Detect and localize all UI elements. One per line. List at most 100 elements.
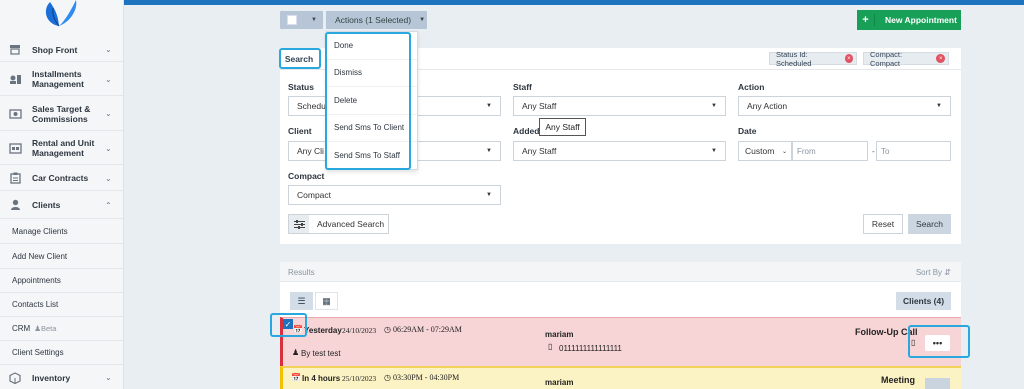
plus-icon: + xyxy=(857,14,875,26)
select-all-dropdown[interactable]: ▼ xyxy=(280,11,323,29)
sort-by-button[interactable]: Sort By ⇵ xyxy=(916,268,951,277)
sidebar-item-inventory[interactable]: Inventory ⌄ xyxy=(0,366,123,389)
caret-down-icon: ▼ xyxy=(486,148,492,154)
appointment-type: Meeting xyxy=(881,375,916,385)
chevron-down-icon: ⌄ xyxy=(105,109,112,118)
calendar-icon: 📅 xyxy=(291,373,301,382)
advanced-search-button[interactable]: Advanced Search xyxy=(288,214,389,234)
clipboard-icon xyxy=(8,172,22,184)
butterfly-logo xyxy=(45,0,77,27)
search-button[interactable]: Search xyxy=(908,214,951,234)
client-name[interactable]: mariam xyxy=(545,330,573,339)
client-name[interactable]: mariam xyxy=(545,378,573,387)
caret-down-icon: ▼ xyxy=(311,17,317,23)
appointment-date: 25/10/2023 xyxy=(342,374,377,383)
chevron-down-icon: ⌄ xyxy=(105,143,112,153)
results-header: Results Sort By ⇵ xyxy=(280,262,961,282)
top-accent-bar xyxy=(124,0,1024,5)
appointment-created-by: By test test xyxy=(301,349,341,358)
actions-button[interactable]: Actions (1 Selected) ▼ xyxy=(326,11,427,29)
staff-tooltip: Any Staff xyxy=(539,118,586,136)
date-from-input[interactable]: From xyxy=(792,141,868,161)
filter-tag-compact[interactable]: Compact: Compact × xyxy=(863,50,949,68)
more-options-button[interactable] xyxy=(925,378,950,389)
actions-menu-highlight xyxy=(325,32,411,170)
client-phone: 0111111111111111 xyxy=(559,344,622,353)
appointment-day: Yesterday xyxy=(304,326,342,335)
clock-icon: ◷ xyxy=(384,325,391,334)
sort-icon: ⇵ xyxy=(944,268,951,277)
chevron-down-icon: ⌄ xyxy=(105,173,112,183)
action-select[interactable]: Any Action ▼ xyxy=(738,96,951,116)
sliders-icon xyxy=(289,215,309,233)
compact-label: Compact xyxy=(288,171,325,181)
staff-select[interactable]: Any Staff ▼ xyxy=(513,96,726,116)
remove-tag-icon[interactable]: × xyxy=(844,54,853,63)
new-appointment-button[interactable]: + New Appointment xyxy=(857,10,961,30)
added-select[interactable]: Any Staff ▼ xyxy=(513,141,726,161)
appointment-time: 06:29AM - 07:29AM xyxy=(393,325,462,334)
sidebar-subitem-manage-clients[interactable]: Manage Clients xyxy=(0,220,123,244)
storefront-icon xyxy=(8,44,22,56)
sidebar-subitem-appointments[interactable]: Appointments xyxy=(0,269,123,293)
clients-count-button[interactable]: Clients (4) xyxy=(896,292,951,310)
results-title: Results xyxy=(288,268,315,277)
table-icon: ▦ xyxy=(322,295,331,306)
list-icon: ☰ xyxy=(297,295,306,306)
filter-tag-status[interactable]: Status Id: Scheduled × xyxy=(769,50,857,68)
clock-icon: ◷ xyxy=(384,373,391,382)
sidebar-subitem-add-new-client[interactable]: Add New Client xyxy=(0,245,123,269)
caret-down-icon: ▼ xyxy=(419,17,426,23)
status-label: Status xyxy=(288,82,314,92)
date-range-select[interactable]: Custom ⌄ xyxy=(738,141,792,161)
sidebar-item-clients[interactable]: Clients ⌃ xyxy=(0,192,123,219)
chevron-down-icon: ⌄ xyxy=(105,45,112,54)
date-separator: - xyxy=(872,146,875,156)
client-label: Client xyxy=(288,126,312,136)
sidebar-item-rental[interactable]: Rental and Unit Management ⌄ xyxy=(0,132,123,165)
staff-label: Staff xyxy=(513,82,532,92)
caret-down-icon: ▼ xyxy=(486,103,492,109)
caret-down-icon: ▼ xyxy=(936,103,942,109)
added-label: Added xyxy=(513,126,540,136)
chevron-down-icon: ⌄ xyxy=(105,74,112,84)
user-icon: ♟ xyxy=(292,348,300,357)
sidebar-subitem-crm[interactable]: CRM ♟Beta xyxy=(0,317,123,341)
appointment-time: 03:30PM - 04:30PM xyxy=(393,373,460,382)
chevron-down-icon: ⌄ xyxy=(105,373,112,382)
sidebar-subitem-contacts-list[interactable]: Contacts List xyxy=(0,293,123,317)
compact-select[interactable]: Compact ▼ xyxy=(288,185,501,205)
checkbox-highlight xyxy=(270,313,307,337)
sidebar-item-sales-target[interactable]: Sales Target & Commissions ⌄ xyxy=(0,97,123,131)
appointment-day: In 4 hours xyxy=(302,374,341,383)
sidebar-item-installments[interactable]: Installments Management ⌄ xyxy=(0,63,123,96)
search-tab-highlight xyxy=(279,48,321,69)
date-to-input[interactable]: To xyxy=(876,141,951,161)
phone-icon: ▯ xyxy=(548,342,553,351)
grid-view-button[interactable]: ▦ xyxy=(315,292,338,310)
more-options-highlight xyxy=(908,325,970,358)
box-icon xyxy=(8,371,22,384)
action-label: Action xyxy=(738,82,765,92)
reset-button[interactable]: Reset xyxy=(863,214,903,234)
chevron-up-icon: ⌃ xyxy=(105,200,112,210)
select-all-checkbox[interactable] xyxy=(287,15,297,25)
sidebar: Shop Front ⌄ Installments Management ⌄ S… xyxy=(0,0,124,389)
remove-tag-icon[interactable]: × xyxy=(936,54,945,63)
list-view-button[interactable]: ☰ xyxy=(290,292,313,310)
sidebar-item-shop-front[interactable]: Shop Front ⌄ xyxy=(0,38,123,62)
appointment-date: 24/10/2023 xyxy=(342,326,377,335)
caret-down-icon: ▼ xyxy=(486,192,492,198)
date-label: Date xyxy=(738,126,757,136)
user-icon xyxy=(8,199,22,211)
sidebar-item-car-contracts[interactable]: Car Contracts ⌄ xyxy=(0,166,123,191)
rental-icon xyxy=(8,142,22,154)
user-small-icon: ♟ xyxy=(34,324,41,333)
money-icon xyxy=(8,108,22,120)
installments-icon xyxy=(8,73,22,85)
chevron-down-icon: ⌄ xyxy=(781,148,787,155)
beta-badge: ♟Beta xyxy=(34,324,57,333)
appointment-row[interactable] xyxy=(280,317,961,366)
sidebar-subitem-client-settings[interactable]: Client Settings xyxy=(0,341,123,365)
appointment-row[interactable] xyxy=(280,366,961,389)
